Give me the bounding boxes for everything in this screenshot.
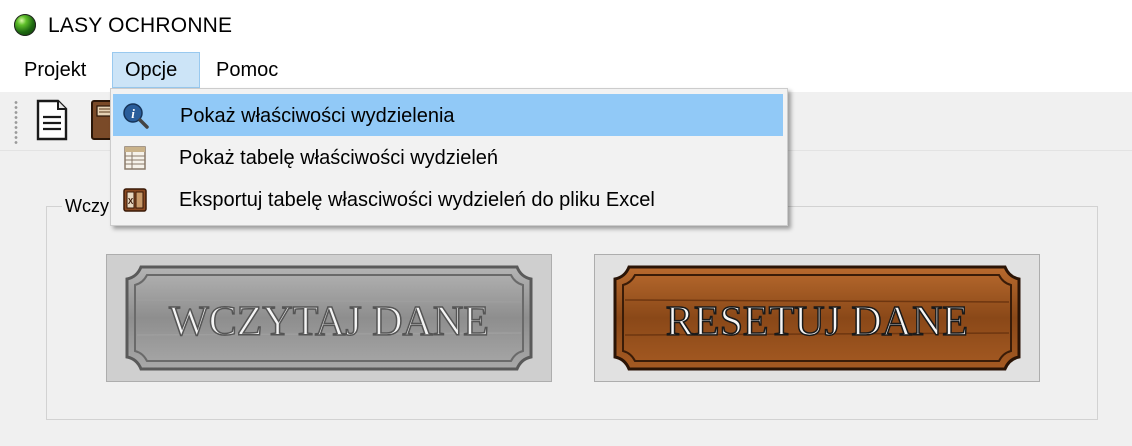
info-magnifier-icon: i xyxy=(123,103,149,129)
menu-item-export-excel[interactable]: X Eksportuj tabelę własciwości wydzieleń… xyxy=(113,179,783,221)
menu-item-label: Pokaż tabelę właściwości wydzieleń xyxy=(179,147,499,169)
menu-item-show-properties[interactable]: i Pokaż właściwości wydzielenia xyxy=(113,94,783,136)
menu-opcje[interactable]: Opcje xyxy=(112,52,200,88)
excel-export-icon: X xyxy=(123,188,147,212)
menu-item-show-table[interactable]: Pokaż tabelę właściwości wydzieleń xyxy=(113,137,783,179)
opcje-dropdown-menu: i Pokaż właściwości wydzielenia Pokaż ta… xyxy=(110,88,788,226)
window-title: LASY OCHRONNE xyxy=(48,14,233,37)
svg-text:X: X xyxy=(128,197,134,206)
green-orb-icon xyxy=(14,14,36,36)
load-data-button[interactable]: WCZYTAJ DANE xyxy=(106,254,552,382)
menu-projekt[interactable]: Projekt xyxy=(16,52,94,88)
data-group-label: Wczy xyxy=(62,196,112,217)
reset-data-label: RESETUJ DANE xyxy=(666,299,968,345)
toolbar-grip[interactable] xyxy=(14,100,18,146)
menu-pomoc[interactable]: Pomoc xyxy=(208,52,286,88)
menu-item-label: Pokaż właściwości wydzielenia xyxy=(180,105,455,127)
gray-wood-sign-icon: WCZYTAJ DANE xyxy=(125,265,533,371)
title-bar: LASY OCHRONNE xyxy=(0,0,1132,50)
load-data-label: WCZYTAJ DANE xyxy=(169,299,489,345)
brown-wood-sign-icon: RESETUJ DANE xyxy=(613,265,1021,371)
menu-bar: Projekt Opcje Pomoc xyxy=(0,50,1132,92)
menu-item-label: Eksportuj tabelę własciwości wydzieleń d… xyxy=(179,189,655,211)
reset-data-button[interactable]: RESETUJ DANE xyxy=(594,254,1040,382)
svg-text:i: i xyxy=(131,106,135,121)
new-document-icon xyxy=(36,99,68,141)
new-document-button[interactable] xyxy=(32,98,72,142)
table-icon xyxy=(124,146,146,170)
